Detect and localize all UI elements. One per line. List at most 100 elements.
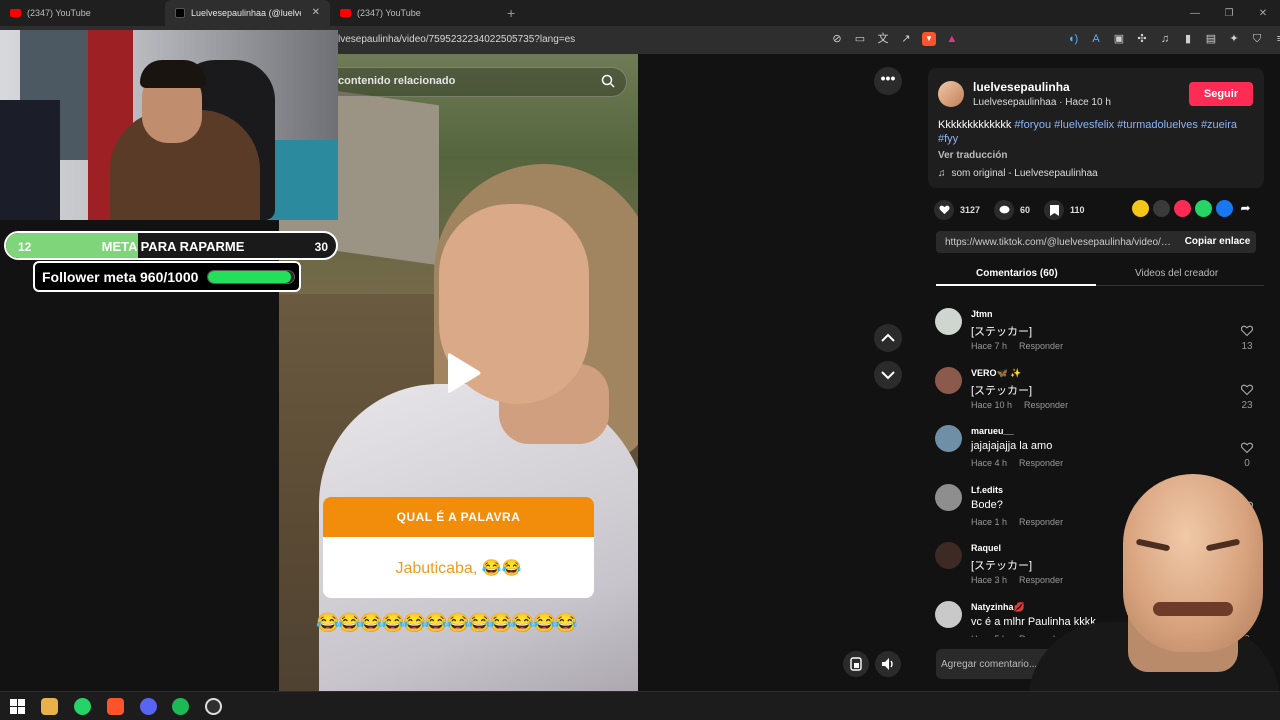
commenter-avatar[interactable] — [935, 425, 962, 452]
translate-icon[interactable]: 文 — [876, 32, 890, 46]
reply-button[interactable]: Responder — [1019, 341, 1063, 351]
commenter-avatar[interactable] — [935, 366, 962, 394]
next-video-button[interactable] — [874, 361, 902, 389]
follow-button[interactable]: Seguir — [1189, 82, 1253, 106]
search-icon[interactable] — [601, 74, 615, 88]
whatsapp-icon[interactable] — [1195, 200, 1212, 217]
hashtag[interactable]: #zueira — [1201, 119, 1237, 131]
hashtag[interactable]: #turmadoluelves — [1117, 119, 1198, 131]
comment-action[interactable]: 60 — [994, 200, 1030, 220]
wallet-icon[interactable]: ▤ — [1204, 32, 1218, 46]
comment-text: jajajajajja la amo — [971, 440, 1053, 452]
screenshot-icon[interactable]: ▣ — [1112, 32, 1126, 46]
commenter-name[interactable]: Natyzinha💋 — [971, 602, 1025, 613]
brave-taskbar-icon[interactable] — [107, 698, 124, 715]
vpn-icon[interactable]: ⛉ — [1250, 32, 1264, 46]
webcam-streamer-hair — [140, 60, 206, 88]
goal-label: META PARA RAPARME — [101, 239, 245, 254]
tab-youtube-2[interactable]: (2347) YouTube — [330, 0, 495, 26]
browser-tab-strip: (2347) YouTube Luelvesepaulinhaa (@luelv… — [0, 0, 1280, 26]
discord-taskbar-icon[interactable] — [140, 698, 157, 715]
new-tab-button[interactable]: + — [507, 5, 515, 21]
tab-youtube-1[interactable]: (2347) YouTube — [0, 0, 165, 26]
copy-link-button[interactable]: Copiar enlace — [1179, 231, 1256, 253]
minimize-icon[interactable]: — — [1178, 8, 1212, 19]
commenter-name[interactable]: Lf.edits — [971, 485, 1003, 495]
share-icon[interactable]: ↗ — [899, 32, 913, 46]
translate-ext-icon[interactable]: A — [1089, 32, 1103, 46]
hashtag[interactable]: #luelvesfelix — [1054, 119, 1114, 131]
more-options-button[interactable]: ••• — [874, 67, 902, 95]
close-tab-icon[interactable]: ✕ — [312, 7, 320, 18]
comment-text: [ステッカー] — [971, 326, 1033, 338]
video-link[interactable]: https://www.tiktok.com/@luelvesepaulinha… — [945, 237, 1173, 248]
tab-creator-videos[interactable]: Videos del creador — [1135, 268, 1218, 279]
webcam-monitor — [0, 100, 60, 220]
send-icon[interactable] — [1174, 200, 1191, 217]
comment-like-count: 0 — [1244, 458, 1250, 469]
embed-icon[interactable] — [1153, 200, 1170, 217]
tab-comments[interactable]: Comentarios (60) — [976, 268, 1058, 279]
see-translation-link[interactable]: Ver traducción — [938, 150, 1007, 161]
tab-tiktok[interactable]: Luelvesepaulinhaa (@luelvesepaulinha) | … — [165, 0, 330, 26]
comment-time: Hace 5 h — [971, 634, 1007, 638]
goal-target: 30 — [314, 240, 328, 254]
commenter-name[interactable]: VERO🦋 ✨ — [971, 368, 1021, 379]
commenter-avatar[interactable] — [935, 483, 962, 511]
copy-link-box: https://www.tiktok.com/@luelvesepaulinha… — [936, 231, 1256, 253]
eye-off-icon[interactable]: ⊘ — [830, 32, 844, 46]
url-field[interactable]: lvesepaulinha/video/7595232234022505735?… — [338, 34, 575, 45]
brave-shields-icon[interactable]: ▼ — [922, 32, 936, 46]
reply-button[interactable]: Responder — [1024, 400, 1068, 410]
share-arrow-icon[interactable]: ➦ — [1237, 200, 1254, 217]
extensions-icon[interactable]: ✣ — [1135, 32, 1149, 46]
whatsapp-taskbar-icon[interactable] — [74, 698, 91, 715]
heart-outline-icon[interactable] — [1241, 325, 1253, 337]
hashtag[interactable]: #foryou — [1014, 119, 1051, 131]
save-action[interactable]: 110 — [1044, 200, 1085, 220]
audio-wave-icon[interactable]: ◖) — [1066, 32, 1080, 46]
windows-start-icon[interactable] — [9, 698, 26, 715]
address-actions: ⊘ ▭ 文 ↗ ▼ ▲ — [830, 32, 959, 46]
play-icon[interactable] — [444, 352, 482, 394]
youtube-icon — [10, 9, 21, 17]
rewards-icon[interactable]: ▲ — [945, 32, 959, 46]
facebook-icon[interactable] — [1216, 200, 1233, 217]
coin-icon[interactable] — [1132, 200, 1149, 217]
comment-text: [ステッカー] — [971, 384, 1033, 397]
save-count: 110 — [1070, 205, 1085, 215]
menu-icon[interactable]: ≡ — [1273, 32, 1280, 46]
sidebar-icon[interactable]: ▮ — [1181, 32, 1195, 46]
reply-button[interactable]: Responder — [1019, 458, 1063, 468]
picture-in-picture-button[interactable] — [843, 651, 869, 677]
media-icon[interactable]: ♫ — [1158, 32, 1172, 46]
spotify-taskbar-icon[interactable] — [172, 698, 189, 715]
close-window-icon[interactable]: ✕ — [1246, 8, 1280, 19]
hashtag[interactable]: #fyy — [938, 133, 958, 145]
commenter-avatar[interactable] — [935, 308, 962, 335]
restore-icon[interactable]: ❐ — [1212, 8, 1246, 19]
cast-icon[interactable]: ▭ — [853, 32, 867, 46]
bookmark-icon — [1044, 200, 1065, 220]
like-action[interactable]: 3127 — [934, 200, 980, 220]
comment-like-count: 23 — [1241, 399, 1253, 411]
comment-text: Bode? — [971, 498, 1003, 511]
previous-video-button[interactable] — [874, 324, 902, 352]
creator-avatar[interactable] — [938, 81, 964, 107]
heart-outline-icon[interactable] — [1241, 384, 1253, 396]
commenter-avatar[interactable] — [935, 600, 962, 628]
music-info[interactable]: ♫ som original - Luelvesepaulinhaa — [938, 168, 1098, 179]
obs-taskbar-icon[interactable] — [205, 698, 222, 715]
commenter-avatar[interactable] — [935, 542, 962, 569]
creator-username[interactable]: luelvesepaulinha — [973, 80, 1070, 94]
window-controls: — ❐ ✕ — [1178, 0, 1280, 26]
commenter-name[interactable]: Jtmn — [971, 309, 993, 319]
volume-button[interactable] — [875, 651, 901, 677]
file-explorer-icon[interactable] — [41, 698, 58, 715]
search-placeholder[interactable]: contenido relacionado — [338, 75, 455, 87]
heart-outline-icon[interactable] — [1241, 442, 1253, 454]
ai-icon[interactable]: ✦ — [1227, 32, 1241, 46]
commenter-name[interactable]: marueu__ — [971, 426, 1014, 436]
active-tab-underline — [936, 284, 1096, 286]
commenter-name[interactable]: Raquel — [971, 543, 1001, 553]
